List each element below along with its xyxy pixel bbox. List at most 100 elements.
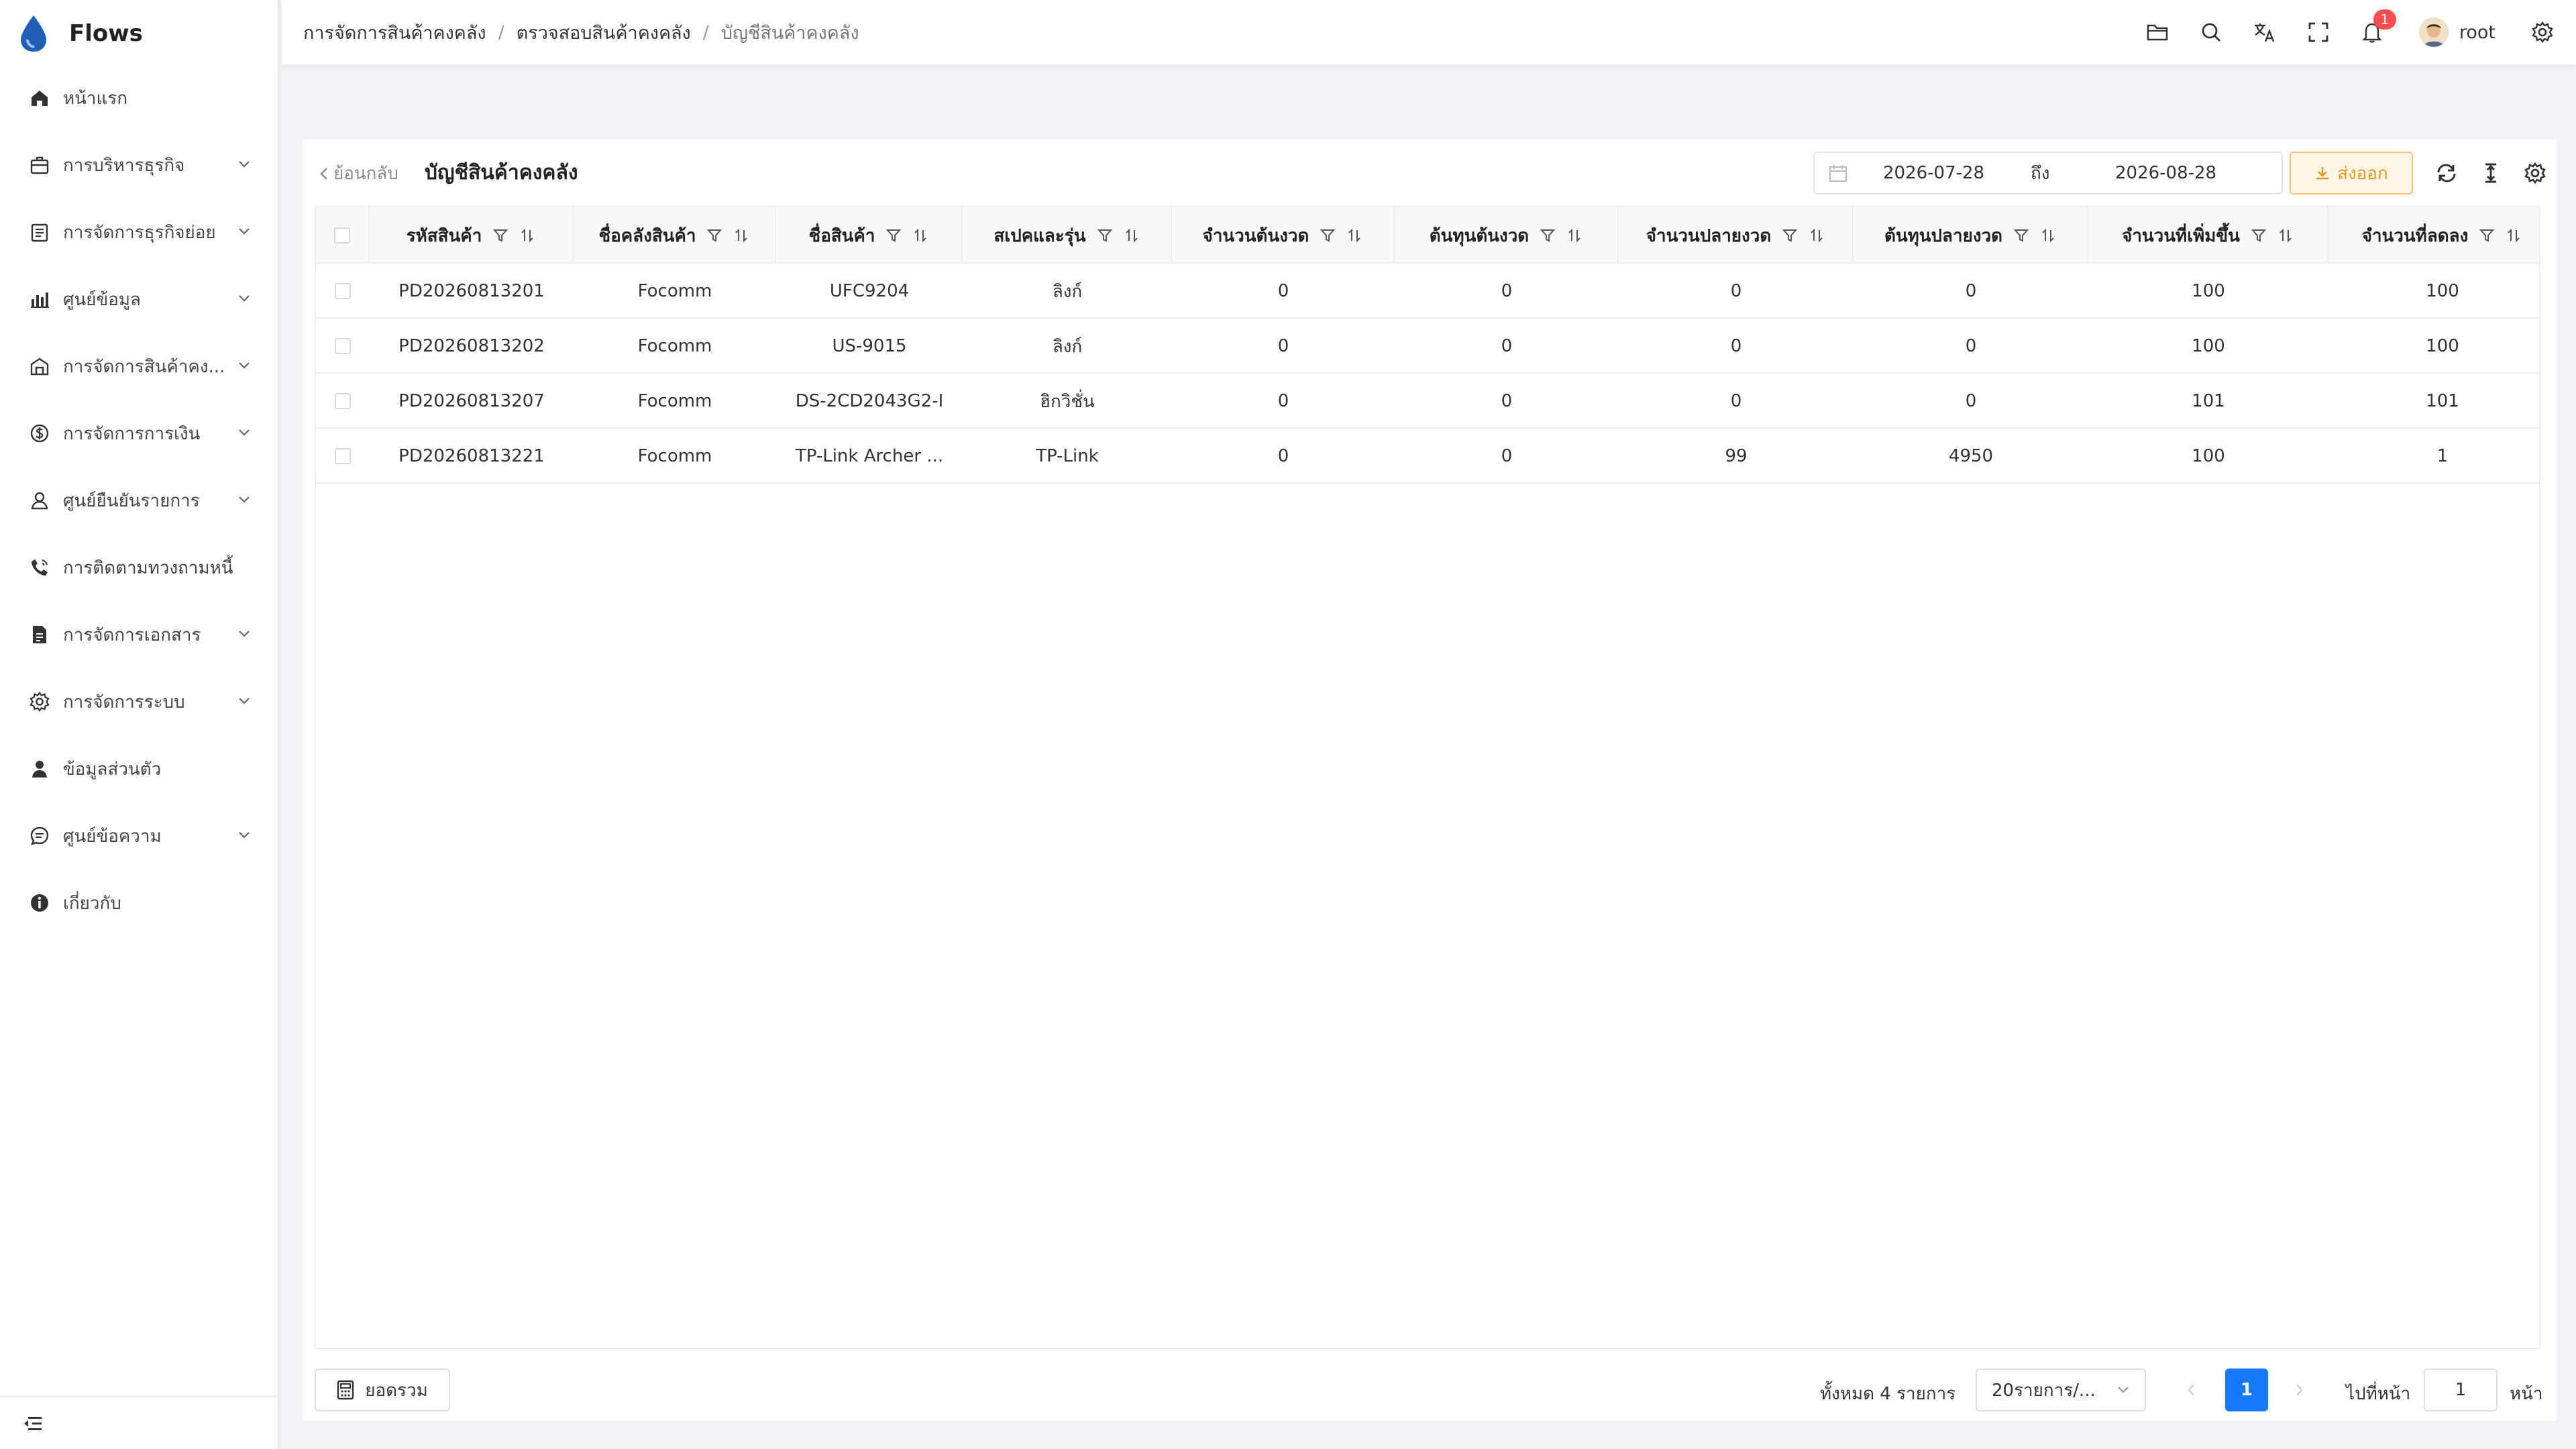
column-header[interactable]: รหัสสินค้า xyxy=(370,207,574,264)
column-header-label: สเปคและรุ่น xyxy=(994,225,1086,246)
column-height-icon[interactable] xyxy=(2480,162,2502,184)
sort-icon[interactable] xyxy=(2277,227,2294,244)
row-checkbox[interactable] xyxy=(335,338,351,354)
filter-icon[interactable] xyxy=(1320,227,1336,244)
breadcrumb-item[interactable]: ตรวจสอบสินค้าคงคลัง xyxy=(517,18,691,47)
export-button[interactable]: ส่งออก xyxy=(2290,152,2413,195)
filter-icon[interactable] xyxy=(1540,227,1556,244)
sort-icon[interactable] xyxy=(519,227,535,244)
date-range-picker[interactable]: 2026-07-28 ถึง 2026-08-28 xyxy=(1813,152,2283,195)
logo[interactable]: Flows xyxy=(18,13,143,54)
filter-icon[interactable] xyxy=(2251,227,2267,244)
date-from-input[interactable]: 2026-07-28 xyxy=(1883,163,1984,183)
sort-icon[interactable] xyxy=(1809,227,1825,244)
chevron-down-icon xyxy=(239,295,250,302)
bell-icon[interactable]: 1 xyxy=(2357,9,2396,47)
page-size-select[interactable]: 20รายการ/... xyxy=(1976,1368,2146,1411)
sidebar-item[interactable]: ศูนย์ข้อมูล xyxy=(0,266,280,333)
filter-icon[interactable] xyxy=(2479,227,2495,244)
sidebar-item[interactable]: การจัดการเอกสาร xyxy=(0,601,280,668)
select-all-checkbox[interactable] xyxy=(334,227,350,244)
column-header[interactable]: ชื่อคลังสินค้า xyxy=(574,207,776,264)
goto-page-input[interactable]: 1 xyxy=(2424,1368,2498,1411)
page-1-button[interactable]: 1 xyxy=(2225,1368,2268,1411)
sort-icon[interactable] xyxy=(2506,227,2522,244)
date-to-input[interactable]: 2026-08-28 xyxy=(2115,163,2216,183)
card-toolbar: ย้อนกลับ บัญชีสินค้าคงคลัง 2026-07-28 ถึ… xyxy=(303,140,2557,204)
column-header[interactable]: ต้นทุนปลายงวด xyxy=(1854,207,2088,264)
user-menu[interactable]: root xyxy=(2418,17,2496,47)
settings-gear-icon[interactable] xyxy=(2528,17,2557,47)
user-check-icon xyxy=(28,489,51,512)
column-header[interactable]: ต้นทุนต้นงวด xyxy=(1395,207,1619,264)
breadcrumb-item[interactable]: การจัดการสินค้าคงคลัง xyxy=(303,18,486,47)
table-cell: 0 xyxy=(1730,336,1742,356)
table-cell: 0 xyxy=(1277,336,1289,356)
table-cell: 0 xyxy=(1501,281,1513,301)
filter-icon[interactable] xyxy=(1097,227,1113,244)
sidebar-item-label: การจัดการธุรกิจย่อย xyxy=(63,222,216,243)
table-cell: Focomm xyxy=(637,281,712,301)
translate-icon[interactable] xyxy=(2250,17,2279,47)
sort-icon[interactable] xyxy=(2040,227,2056,244)
column-header[interactable]: จำนวนที่เพิ่มขึ้น xyxy=(2088,207,2328,264)
filter-icon[interactable] xyxy=(885,227,902,244)
folder-icon[interactable] xyxy=(2143,17,2172,47)
sort-icon[interactable] xyxy=(1566,227,1582,244)
total-count: ทั้งหมด 4 รายการ xyxy=(1820,1384,1956,1404)
warehouse-icon xyxy=(28,355,51,378)
sort-icon[interactable] xyxy=(1346,227,1362,244)
column-header[interactable]: ชื่อสินค้า xyxy=(776,207,963,264)
table-cell: 0 xyxy=(1501,446,1513,466)
inventory-ledger-card: ย้อนกลับ บัญชีสินค้าคงคลัง 2026-07-28 ถึ… xyxy=(303,140,2557,1421)
column-header[interactable]: จำนวนต้นงวด xyxy=(1172,207,1395,264)
column-header-label: ชื่อคลังสินค้า xyxy=(598,225,696,246)
sidebar-item[interactable]: ข้อมูลส่วนตัว xyxy=(0,735,280,802)
sidebar-item[interactable]: ศูนย์ยืนยันรายการ xyxy=(0,467,280,534)
sort-icon[interactable] xyxy=(1124,227,1140,244)
table-cell: UFC9204 xyxy=(829,281,910,301)
sidebar-item[interactable]: การติดตามทวงถามหนี้ xyxy=(0,534,280,601)
sidebar-item[interactable]: การจัดการธุรกิจย่อย xyxy=(0,199,280,266)
table-header: รหัสสินค้า ชื่อคลังสินค้า ชื่อสินค้า สเปคแล… xyxy=(316,207,2539,264)
search-icon[interactable] xyxy=(2196,17,2226,47)
filter-icon[interactable] xyxy=(2013,227,2029,244)
summary-button[interactable]: ยอดรวม xyxy=(315,1368,450,1411)
sidebar-item[interactable]: ศูนย์ข้อความ xyxy=(0,802,280,869)
fullscreen-icon[interactable] xyxy=(2304,17,2333,47)
table-cell: 100 xyxy=(2192,336,2225,356)
row-checkbox[interactable] xyxy=(335,393,351,409)
column-header[interactable]: สเปคและรุ่น xyxy=(963,207,1172,264)
table-cell: TP-Link xyxy=(1036,446,1099,466)
table-row[interactable]: PD20260813207 Focomm DS-2CD2043G2-I ฮิกวิชั… xyxy=(316,374,2539,429)
sidebar-item[interactable]: เกี่ยวกับ xyxy=(0,869,280,936)
table-cell: ฮิกวิชั่น xyxy=(1040,391,1095,412)
filter-icon[interactable] xyxy=(492,227,508,244)
table-row[interactable]: PD20260813201 Focomm UFC9204 ลิงก์ 0 0 0 0 100 10… xyxy=(316,264,2539,319)
prev-page-button[interactable] xyxy=(2170,1368,2213,1411)
filter-icon[interactable] xyxy=(706,227,722,244)
refresh-icon[interactable] xyxy=(2436,162,2457,184)
row-checkbox[interactable] xyxy=(335,448,351,464)
column-header[interactable]: จำนวนที่ลดลง xyxy=(2328,207,2539,264)
sidebar-item[interactable]: การจัดการสินค้าคง... xyxy=(0,333,280,400)
collapse-sidebar-button[interactable] xyxy=(0,1395,280,1449)
filter-icon[interactable] xyxy=(1782,227,1798,244)
sort-icon[interactable] xyxy=(912,227,928,244)
sidebar-item[interactable]: หน้าแรก xyxy=(0,64,280,131)
person-icon xyxy=(28,757,51,780)
sort-icon[interactable] xyxy=(733,227,749,244)
table-row[interactable]: PD20260813202 Focomm US-9015 ลิงก์ 0 0 0 0 100 10… xyxy=(316,319,2539,374)
next-page-button[interactable] xyxy=(2277,1368,2320,1411)
sidebar-item[interactable]: การจัดการการเงิน xyxy=(0,400,280,467)
column-header[interactable]: จำนวนปลายงวด xyxy=(1619,207,1854,264)
notification-badge: 1 xyxy=(2373,9,2396,30)
sidebar-item[interactable]: การจัดการระบบ xyxy=(0,668,280,735)
chevron-down-icon xyxy=(239,698,250,704)
back-button[interactable]: ย้อนกลับ xyxy=(319,160,398,187)
sidebar-item[interactable]: การบริหารธุรกิจ xyxy=(0,131,280,199)
row-checkbox[interactable] xyxy=(335,283,351,299)
table-row[interactable]: PD20260813221 Focomm TP-Link Archer ... TP-… xyxy=(316,429,2539,484)
table-cell: PD20260813201 xyxy=(398,281,545,301)
column-settings-icon[interactable] xyxy=(2524,162,2546,184)
